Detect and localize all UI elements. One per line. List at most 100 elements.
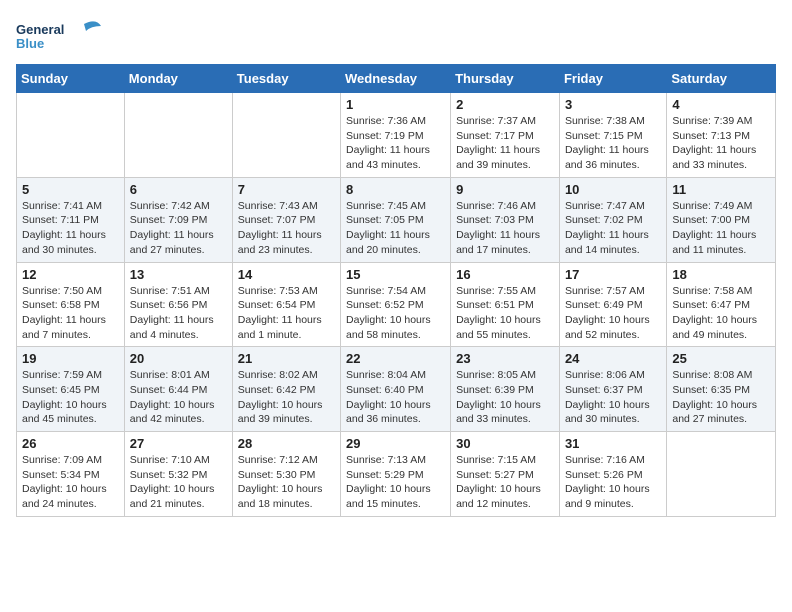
day-number-26: 26	[22, 436, 119, 451]
day-info-30: Sunrise: 7:15 AMSunset: 5:27 PMDaylight:…	[456, 453, 554, 512]
day-cell-26: 26 Sunrise: 7:09 AMSunset: 5:34 PMDayligh…	[17, 432, 125, 517]
day-cell-5: 5 Sunrise: 7:41 AMSunset: 7:11 PMDaylight…	[17, 177, 125, 262]
day-cell-3: 3 Sunrise: 7:38 AMSunset: 7:15 PMDaylight…	[559, 93, 666, 178]
day-info-24: Sunrise: 8:06 AMSunset: 6:37 PMDaylight:…	[565, 368, 661, 427]
weekday-header-thursday: Thursday	[451, 65, 560, 93]
day-number-5: 5	[22, 182, 119, 197]
day-number-3: 3	[565, 97, 661, 112]
day-cell-19: 19 Sunrise: 7:59 AMSunset: 6:45 PMDayligh…	[17, 347, 125, 432]
day-number-25: 25	[672, 351, 770, 366]
day-cell-12: 12Sunrise: 7:50 AMSunset: 6:58 PMDayligh…	[17, 262, 125, 347]
day-info-27: Sunrise: 7:10 AMSunset: 5:32 PMDaylight:…	[130, 453, 227, 512]
weekday-header-wednesday: Wednesday	[341, 65, 451, 93]
day-info-21: Sunrise: 8:02 AMSunset: 6:42 PMDaylight:…	[238, 368, 335, 427]
day-info-5: Sunrise: 7:41 AMSunset: 7:11 PMDaylight:…	[22, 199, 119, 258]
day-cell-27: 27 Sunrise: 7:10 AMSunset: 5:32 PMDayligh…	[124, 432, 232, 517]
day-number-13: 13	[130, 267, 227, 282]
weekday-header-tuesday: Tuesday	[232, 65, 340, 93]
day-info-23: Sunrise: 8:05 AMSunset: 6:39 PMDaylight:…	[456, 368, 554, 427]
day-info-2: Sunrise: 7:37 AMSunset: 7:17 PMDaylight:…	[456, 114, 554, 173]
week-row-2: 5 Sunrise: 7:41 AMSunset: 7:11 PMDaylight…	[17, 177, 776, 262]
weekday-header-monday: Monday	[124, 65, 232, 93]
day-info-3: Sunrise: 7:38 AMSunset: 7:15 PMDaylight:…	[565, 114, 661, 173]
day-number-14: 14	[238, 267, 335, 282]
day-cell-17: 17Sunrise: 7:57 AMSunset: 6:49 PMDayligh…	[559, 262, 666, 347]
day-cell-16: 16 Sunrise: 7:55 AMSunset: 6:51 PMDayligh…	[451, 262, 560, 347]
day-number-21: 21	[238, 351, 335, 366]
day-info-6: Sunrise: 7:42 AMSunset: 7:09 PMDaylight:…	[130, 199, 227, 258]
day-number-7: 7	[238, 182, 335, 197]
day-info-20: Sunrise: 8:01 AMSunset: 6:44 PMDaylight:…	[130, 368, 227, 427]
day-number-6: 6	[130, 182, 227, 197]
empty-cell	[232, 93, 340, 178]
day-info-8: Sunrise: 7:45 AMSunset: 7:05 PMDaylight:…	[346, 199, 445, 258]
day-cell-4: 4 Sunrise: 7:39 AMSunset: 7:13 PMDaylight…	[667, 93, 776, 178]
day-info-9: Sunrise: 7:46 AMSunset: 7:03 PMDaylight:…	[456, 199, 554, 258]
day-cell-31: 31 Sunrise: 7:16 AMSunset: 5:26 PMDayligh…	[559, 432, 666, 517]
day-cell-29: 29 Sunrise: 7:13 AMSunset: 5:29 PMDayligh…	[341, 432, 451, 517]
weekday-header-saturday: Saturday	[667, 65, 776, 93]
day-info-10: Sunrise: 7:47 AMSunset: 7:02 PMDaylight:…	[565, 199, 661, 258]
day-number-23: 23	[456, 351, 554, 366]
day-number-4: 4	[672, 97, 770, 112]
logo-bird-icon: General Blue	[16, 16, 116, 56]
day-info-22: Sunrise: 8:04 AMSunset: 6:40 PMDaylight:…	[346, 368, 445, 427]
day-number-11: 11	[672, 182, 770, 197]
day-cell-22: 22 Sunrise: 8:04 AMSunset: 6:40 PMDayligh…	[341, 347, 451, 432]
day-number-10: 10	[565, 182, 661, 197]
day-cell-23: 23 Sunrise: 8:05 AMSunset: 6:39 PMDayligh…	[451, 347, 560, 432]
day-info-18: Sunrise: 7:58 AMSunset: 6:47 PMDaylight:…	[672, 284, 770, 343]
empty-cell	[667, 432, 776, 517]
day-number-16: 16	[456, 267, 554, 282]
day-number-29: 29	[346, 436, 445, 451]
day-cell-30: 30Sunrise: 7:15 AMSunset: 5:27 PMDayligh…	[451, 432, 560, 517]
day-info-31: Sunrise: 7:16 AMSunset: 5:26 PMDaylight:…	[565, 453, 661, 512]
day-cell-25: 25Sunrise: 8:08 AMSunset: 6:35 PMDayligh…	[667, 347, 776, 432]
day-info-11: Sunrise: 7:49 AMSunset: 7:00 PMDaylight:…	[672, 199, 770, 258]
day-number-1: 1	[346, 97, 445, 112]
day-cell-9: 9 Sunrise: 7:46 AMSunset: 7:03 PMDaylight…	[451, 177, 560, 262]
day-cell-24: 24 Sunrise: 8:06 AMSunset: 6:37 PMDayligh…	[559, 347, 666, 432]
day-cell-11: 11 Sunrise: 7:49 AMSunset: 7:00 PMDayligh…	[667, 177, 776, 262]
day-number-31: 31	[565, 436, 661, 451]
day-info-19: Sunrise: 7:59 AMSunset: 6:45 PMDaylight:…	[22, 368, 119, 427]
calendar-table: SundayMondayTuesdayWednesdayThursdayFrid…	[16, 64, 776, 517]
day-info-16: Sunrise: 7:55 AMSunset: 6:51 PMDaylight:…	[456, 284, 554, 343]
day-number-22: 22	[346, 351, 445, 366]
day-number-27: 27	[130, 436, 227, 451]
day-info-7: Sunrise: 7:43 AMSunset: 7:07 PMDaylight:…	[238, 199, 335, 258]
day-cell-6: 6 Sunrise: 7:42 AMSunset: 7:09 PMDaylight…	[124, 177, 232, 262]
day-info-4: Sunrise: 7:39 AMSunset: 7:13 PMDaylight:…	[672, 114, 770, 173]
day-info-12: Sunrise: 7:50 AMSunset: 6:58 PMDaylight:…	[22, 284, 119, 343]
day-number-24: 24	[565, 351, 661, 366]
day-number-2: 2	[456, 97, 554, 112]
day-info-14: Sunrise: 7:53 AMSunset: 6:54 PMDaylight:…	[238, 284, 335, 343]
day-number-17: 17	[565, 267, 661, 282]
week-row-1: 1Sunrise: 7:36 AMSunset: 7:19 PMDaylight…	[17, 93, 776, 178]
day-cell-15: 15Sunrise: 7:54 AMSunset: 6:52 PMDayligh…	[341, 262, 451, 347]
day-number-9: 9	[456, 182, 554, 197]
day-number-15: 15	[346, 267, 445, 282]
weekday-header-friday: Friday	[559, 65, 666, 93]
week-row-3: 12Sunrise: 7:50 AMSunset: 6:58 PMDayligh…	[17, 262, 776, 347]
day-cell-10: 10 Sunrise: 7:47 AMSunset: 7:02 PMDayligh…	[559, 177, 666, 262]
day-cell-14: 14 Sunrise: 7:53 AMSunset: 6:54 PMDayligh…	[232, 262, 340, 347]
day-cell-21: 21 Sunrise: 8:02 AMSunset: 6:42 PMDayligh…	[232, 347, 340, 432]
day-number-19: 19	[22, 351, 119, 366]
day-cell-13: 13Sunrise: 7:51 AMSunset: 6:56 PMDayligh…	[124, 262, 232, 347]
day-cell-2: 2 Sunrise: 7:37 AMSunset: 7:17 PMDaylight…	[451, 93, 560, 178]
empty-cell	[17, 93, 125, 178]
day-cell-7: 7 Sunrise: 7:43 AMSunset: 7:07 PMDaylight…	[232, 177, 340, 262]
day-cell-1: 1Sunrise: 7:36 AMSunset: 7:19 PMDaylight…	[341, 93, 451, 178]
day-number-8: 8	[346, 182, 445, 197]
day-info-29: Sunrise: 7:13 AMSunset: 5:29 PMDaylight:…	[346, 453, 445, 512]
svg-text:General: General	[16, 22, 64, 37]
empty-cell	[124, 93, 232, 178]
day-info-26: Sunrise: 7:09 AMSunset: 5:34 PMDaylight:…	[22, 453, 119, 512]
logo: General Blue	[16, 16, 120, 56]
weekday-header-row: SundayMondayTuesdayWednesdayThursdayFrid…	[17, 65, 776, 93]
day-cell-18: 18 Sunrise: 7:58 AMSunset: 6:47 PMDayligh…	[667, 262, 776, 347]
svg-text:Blue: Blue	[16, 36, 44, 51]
day-number-28: 28	[238, 436, 335, 451]
day-number-18: 18	[672, 267, 770, 282]
